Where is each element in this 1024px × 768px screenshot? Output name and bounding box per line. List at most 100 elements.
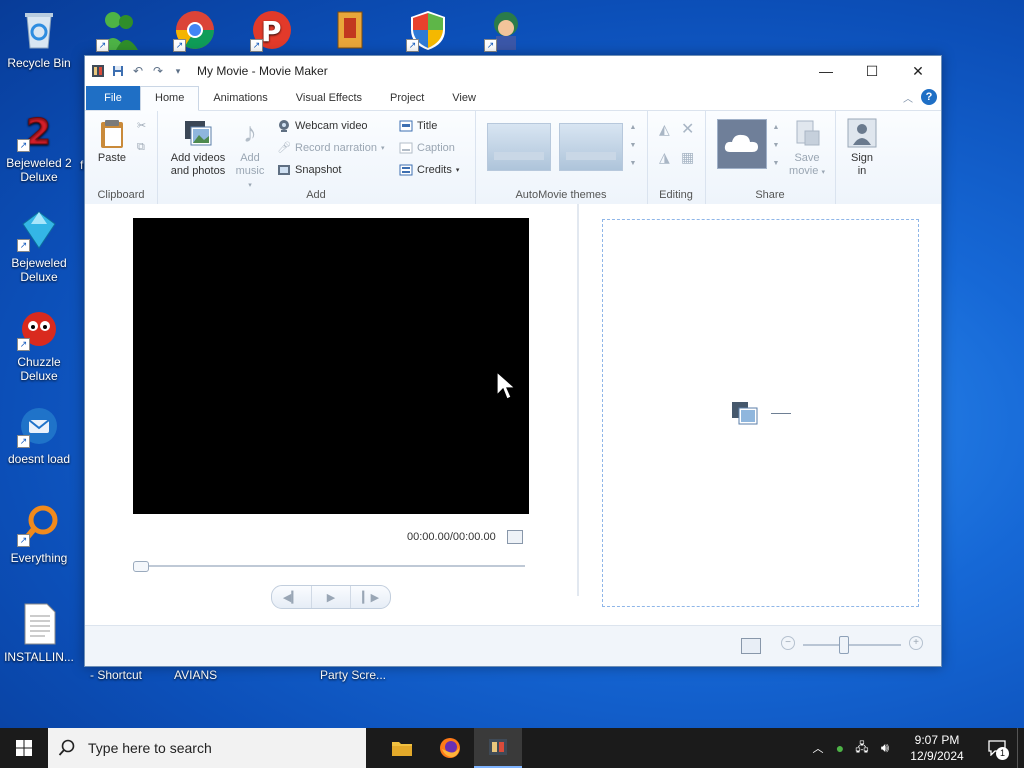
notification-center-button[interactable]: 1 (977, 728, 1017, 768)
desktop-icon-avians[interactable] (312, 8, 388, 56)
dropdown-arrow-icon: ▾ (455, 167, 460, 174)
zoom-in-icon[interactable]: + (909, 636, 923, 650)
clock-time: 9:07 PM (914, 733, 960, 747)
save-movie-button[interactable]: Save movie ▾ (787, 117, 827, 179)
minimize-ribbon-chevron-icon[interactable]: ︿ (903, 90, 913, 105)
share-gallery-scroll[interactable]: ▲ ▼ ▼ (771, 119, 781, 173)
paste-button[interactable]: Paste (93, 117, 131, 165)
start-button[interactable] (0, 728, 48, 768)
add-videos-photos-button[interactable]: Add videos and photos (167, 117, 229, 178)
next-frame-button[interactable]: ▎▶ (351, 586, 390, 608)
taskbar-firefox[interactable] (426, 728, 474, 768)
caption-button[interactable]: Caption (399, 139, 455, 157)
record-narration-button[interactable]: 🎤︎ Record narration ▾ (277, 139, 384, 157)
seek-bar-thumb[interactable] (133, 561, 149, 572)
tab-file[interactable]: File (86, 86, 140, 110)
close-button[interactable]: ✕ (895, 56, 941, 86)
dropdown-arrow-icon: ▾ (380, 145, 385, 152)
desktop-icon-messenger[interactable]: ↗ (80, 8, 156, 56)
scroll-down-icon[interactable]: ▼ (771, 137, 781, 155)
onedrive-share-button[interactable] (717, 119, 767, 169)
video-preview[interactable] (133, 218, 529, 514)
help-icon[interactable]: ? (921, 89, 937, 105)
scroll-up-icon[interactable]: ▲ (771, 119, 781, 137)
theme-thumbnail-2[interactable] (559, 123, 623, 171)
tab-visual-effects[interactable]: Visual Effects (282, 87, 376, 110)
theme-gallery-scroll[interactable]: ▲ ▼ ▼ (627, 119, 639, 173)
fullscreen-preview-icon[interactable] (507, 530, 523, 544)
desktop-icon-shield[interactable]: ↗ (390, 8, 466, 56)
cut-button[interactable]: ✂ (137, 117, 151, 135)
caption-icon (399, 141, 413, 155)
zoom-slider-track[interactable] (803, 644, 901, 646)
remove-icon[interactable]: ✕ (681, 119, 694, 139)
snapshot-button[interactable]: Snapshot (277, 161, 341, 179)
desktop-icon-chuzzle[interactable]: ↗ Chuzzle Deluxe (1, 307, 77, 383)
network-icon[interactable]: 🖧︎ (851, 738, 873, 759)
volume-icon[interactable]: 🔊︎ (873, 740, 897, 756)
title-button[interactable]: Title (399, 117, 437, 135)
taskbar-file-explorer[interactable] (378, 728, 426, 768)
add-music-button[interactable]: ♪ Add music ▾ (233, 117, 267, 192)
taskbar-clock[interactable]: 9:07 PM 12/9/2024 (897, 732, 977, 764)
desktop-icon-chrome[interactable]: ↗ (157, 8, 233, 56)
select-all-icon[interactable]: ▦ (681, 149, 694, 166)
add-media-placeholder-icon (731, 400, 759, 428)
sign-in-label-1: Sign (850, 152, 874, 164)
title-bar: ↶ ↷ ▾ My Movie - Movie Maker — ☐ ✕ (85, 56, 941, 86)
dropdown-arrow-icon: ▾ (821, 169, 825, 176)
desktop-icon-party[interactable]: P ↗ (234, 8, 310, 56)
credits-label: Credits (417, 164, 452, 176)
pane-splitter[interactable] (577, 204, 579, 596)
previous-frame-button[interactable]: ◀▎ (272, 586, 312, 608)
movie-maker-icon (489, 739, 507, 755)
shortcut-arrow-icon: ↗ (173, 39, 186, 52)
zoom-out-icon[interactable]: − (781, 636, 795, 650)
save-icon[interactable] (111, 64, 125, 78)
music-note-icon: ♪ (243, 117, 257, 148)
undo-icon[interactable]: ↶ (131, 64, 145, 78)
credits-button[interactable]: Credits ▾ (399, 161, 459, 179)
user-status-icon[interactable]: ● (829, 740, 851, 756)
tab-home[interactable]: Home (140, 86, 200, 111)
zoom-slider-thumb[interactable] (839, 636, 849, 654)
save-movie-icon (791, 117, 823, 149)
thumbnail-size-icon[interactable] (741, 638, 761, 654)
desktop-icon-game-character[interactable]: ↗ (468, 8, 544, 56)
tab-project[interactable]: Project (376, 87, 438, 110)
webcam-video-button[interactable]: Webcam video (277, 117, 368, 135)
show-hidden-icons-chevron-icon[interactable]: ︿ (807, 740, 829, 756)
desktop-icon-installing[interactable]: INSTALLIN... (1, 602, 77, 664)
rotate-left-icon[interactable]: ◭ (659, 121, 670, 138)
seek-bar-track[interactable] (135, 565, 525, 567)
notification-count-badge: 1 (996, 747, 1009, 760)
text-document-icon (17, 602, 61, 646)
desktop-icon-bejeweled[interactable]: ↗ Bejeweled Deluxe (1, 208, 77, 284)
storyboard-area[interactable] (602, 219, 919, 607)
desktop-icon-everything[interactable]: ↗ Everything (1, 503, 77, 565)
desktop-icon-recycle-bin[interactable]: Recycle Bin (1, 8, 77, 70)
rotate-right-icon[interactable]: ◮ (659, 149, 670, 166)
credits-icon (399, 163, 413, 177)
taskbar-movie-maker[interactable] (474, 728, 522, 768)
tab-view[interactable]: View (438, 87, 490, 110)
customize-qat-chevron-icon[interactable]: ▾ (171, 64, 185, 78)
minimize-button[interactable]: — (803, 56, 849, 86)
theme-thumbnail-1[interactable] (487, 123, 551, 171)
desktop-icon-doesnt-load[interactable]: ↗ doesnt load (1, 404, 77, 466)
expand-gallery-icon[interactable]: ▼ (627, 155, 639, 173)
desktop-icon-bejeweled-2[interactable]: 2 ↗ Bejeweled 2 Deluxe (1, 108, 77, 185)
search-placeholder: Type here to search (88, 740, 212, 756)
redo-icon[interactable]: ↷ (151, 64, 165, 78)
expand-gallery-icon[interactable]: ▼ (771, 155, 781, 173)
copy-button[interactable]: ⧉ (137, 139, 151, 157)
desktop-icon-label: Everything (10, 551, 68, 565)
maximize-button[interactable]: ☐ (849, 56, 895, 86)
scroll-up-icon[interactable]: ▲ (627, 119, 639, 137)
play-button[interactable]: ▶ (312, 586, 352, 608)
taskbar-search-box[interactable]: Type here to search (48, 728, 366, 768)
tab-animations[interactable]: Animations (199, 87, 281, 110)
sign-in-button[interactable]: Sign in (843, 117, 881, 178)
show-desktop-button[interactable] (1017, 728, 1024, 768)
scroll-down-icon[interactable]: ▼ (627, 137, 639, 155)
